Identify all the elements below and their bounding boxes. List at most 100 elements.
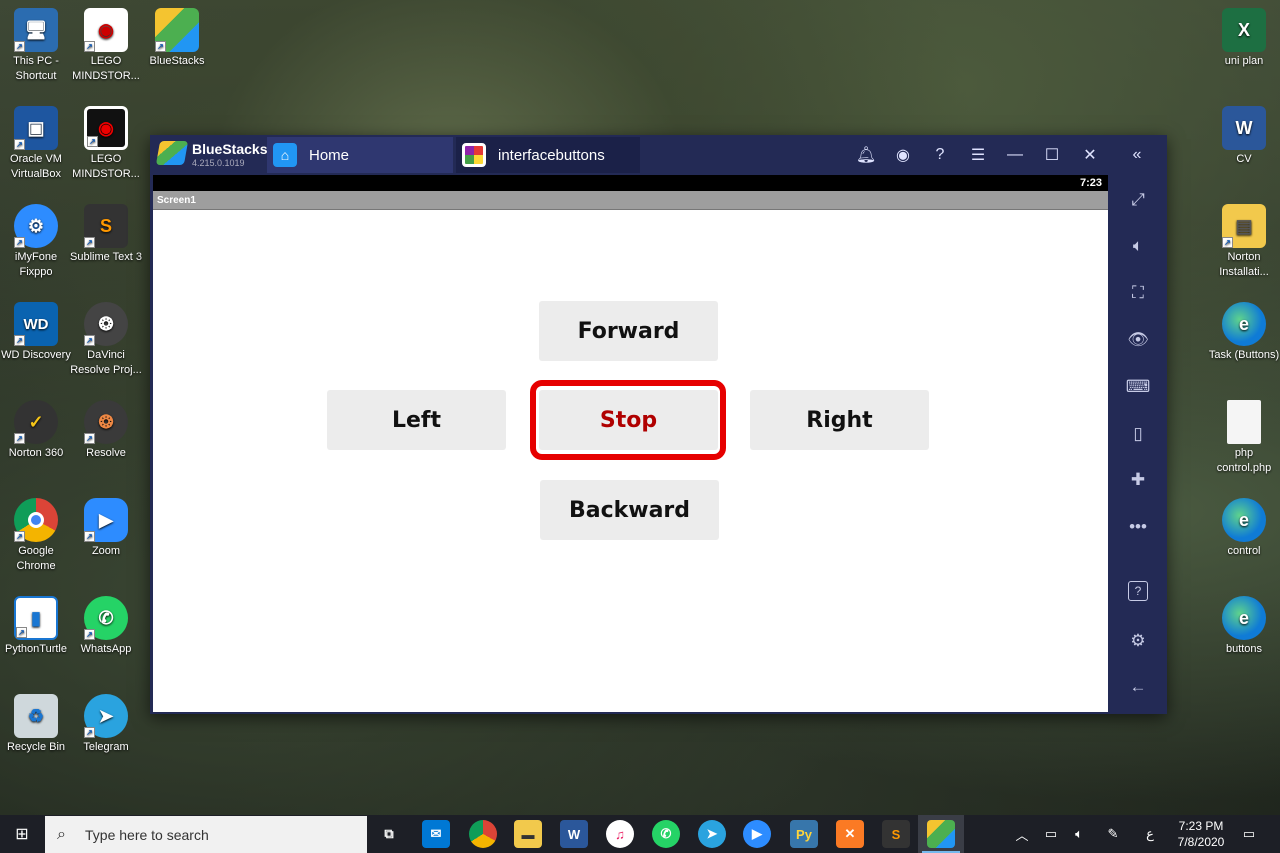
right-button[interactable]: Right (750, 390, 929, 450)
desktop-icon-cv[interactable]: W CV (1208, 102, 1280, 167)
desktop-icon-norton[interactable]: ✓ ↗ Norton 360 (0, 396, 72, 461)
itunes-icon[interactable]: ♫ (606, 820, 634, 848)
input-language[interactable]: ع (1140, 815, 1160, 853)
menu-icon[interactable]: ☰ (966, 143, 990, 167)
notifications-icon[interactable]: ▭ (1236, 815, 1262, 853)
app-icon (462, 143, 486, 167)
xampp-icon[interactable]: ✕ (836, 820, 864, 848)
help-icon[interactable]: ? (928, 143, 952, 167)
wd-icon: WD ↗ (14, 302, 58, 346)
phone-rotate-icon[interactable]: ▯ (1125, 421, 1151, 447)
desktop-icon-resolve[interactable]: ❂ ↗ Resolve (70, 396, 142, 461)
sublime-icon: S ↗ (84, 204, 128, 248)
bell-icon[interactable]: 🔔︎ (854, 143, 878, 167)
computer-icon: 🖥 ↗ (14, 8, 58, 52)
desktop-icon-sublime[interactable]: S ↗ Sublime Text 3 (70, 200, 142, 265)
desktop-icon-label: Norton Installati... (1219, 251, 1269, 278)
stop-button-label: Stop (599, 407, 658, 433)
bluestacks-icon: ↗ (155, 8, 199, 52)
home-icon: ⌂ (273, 143, 297, 167)
battery-icon[interactable]: ▭ (1040, 815, 1062, 853)
desktop-icon-php-control[interactable]: php control.php (1208, 396, 1280, 476)
desktop-icon-label: Recycle Bin (6, 741, 66, 753)
eye-icon[interactable]: 👁︎ (1125, 327, 1151, 353)
desktop-icon-label: Sublime Text 3 (70, 251, 142, 263)
fullscreen-icon[interactable]: ⤢ (1125, 187, 1151, 213)
chrome-taskbar-icon[interactable] (469, 820, 497, 848)
desktop-icon-chrome[interactable]: ↗ Google Chrome (0, 494, 72, 574)
backward-button-label: Backward (568, 497, 691, 523)
zoom-icon: ▶ ↗ (84, 498, 128, 542)
desktop-icon-label: BlueStacks (149, 55, 205, 67)
desktop-icon-label: Telegram (83, 741, 129, 753)
more-icon[interactable]: ••• (1125, 514, 1151, 540)
desktop-icon-wd[interactable]: WD ↗ WD Discovery (0, 298, 72, 363)
bluestacks-taskbar-button[interactable] (918, 815, 964, 853)
forward-button[interactable]: Forward (539, 301, 718, 361)
taskbar-clock[interactable]: 7:23 PM 7/8/2020 (1166, 818, 1236, 850)
desktop-icon-lego-2[interactable]: ◉ ↗ LEGO MINDSTOR... (70, 102, 142, 182)
screenshot-region-icon[interactable]: ⛶ (1125, 280, 1151, 306)
collapse-sidebar-icon[interactable]: « (1125, 143, 1149, 167)
sublime-taskbar-icon[interactable]: S (882, 820, 910, 848)
keyboard-icon[interactable]: ⌨ (1125, 374, 1151, 400)
mail-icon[interactable]: ✉ (422, 820, 450, 848)
pen-icon[interactable]: ✎ (1102, 815, 1124, 853)
bluestacks-sidebar: ⤢ 🔈︎ ⛶ 👁︎ ⌨ ▯ ✚ ••• ? ⚙ ← (1108, 175, 1167, 714)
edge-icon: e (1222, 302, 1266, 346)
gamepad-icon[interactable]: ✚ (1125, 467, 1151, 493)
screen-title: Screen1 (157, 195, 196, 206)
maximize-icon[interactable]: ☐ (1040, 143, 1064, 167)
lego-mindstorms-icon: ◉ ↗ (84, 106, 128, 150)
volume-icon[interactable]: 🔈︎ (1125, 233, 1151, 259)
desktop-icon-python-turtle[interactable]: ▮ ↗ PythonTurtle (0, 592, 72, 657)
file-explorer-icon[interactable]: ▬ (514, 820, 542, 848)
desktop-icon-bluestacks[interactable]: ↗ BlueStacks (141, 4, 213, 69)
windows-start-icon[interactable]: ⊞ (0, 815, 44, 853)
tab-interfacebuttons[interactable]: interfacebuttons (456, 137, 640, 173)
desktop-icon-recycle-bin[interactable]: ♻ Recycle Bin (0, 690, 72, 755)
settings-icon[interactable]: ⚙ (1125, 628, 1151, 654)
show-hidden-icons[interactable]: ︿ (1012, 815, 1032, 853)
back-arrow-icon[interactable]: ← (1125, 674, 1151, 700)
desktop-icon-davinci-project[interactable]: ❂ ↗ DaVinci Resolve Proj... (70, 298, 142, 378)
python-taskbar-icon[interactable]: Py (790, 820, 818, 848)
davinci-project-icon: ❂ ↗ (84, 302, 128, 346)
desktop-icon-uni-plan[interactable]: X uni plan (1208, 4, 1280, 69)
minimize-icon[interactable]: — (1003, 143, 1027, 167)
telegram-taskbar-icon[interactable]: ➤ (698, 820, 726, 848)
backward-button[interactable]: Backward (540, 480, 719, 540)
desktop-icon-label: WD Discovery (1, 349, 71, 361)
desktop-icon-control[interactable]: e control (1208, 494, 1280, 559)
whatsapp-taskbar-icon[interactable]: ✆ (652, 820, 680, 848)
word-taskbar-icon[interactable]: W (560, 820, 588, 848)
stop-button[interactable]: Stop (539, 390, 718, 450)
desktop-icon-this-pc[interactable]: 🖥 ↗ This PC - Shortcut (0, 4, 72, 84)
close-icon[interactable]: ✕ (1078, 143, 1102, 167)
desktop-icon-zoom[interactable]: ▶ ↗ Zoom (70, 494, 142, 559)
desktop-icon-telegram[interactable]: ➤ ↗ Telegram (70, 690, 142, 755)
desktop-icon-label: WhatsApp (80, 643, 132, 655)
desktop-icon-virtualbox[interactable]: ▣ ↗ Oracle VM VirtualBox (0, 102, 72, 182)
desktop-icon-lego-1[interactable]: ◉ ↗ LEGO MINDSTOR... (70, 4, 142, 84)
desktop-icon-label: DaVinci Resolve Proj... (70, 349, 142, 376)
help-box-icon[interactable]: ? (1128, 581, 1148, 601)
speaker-icon[interactable]: 🔈︎ (1068, 815, 1090, 853)
desktop-icon-norton-installer[interactable]: ▤ ↗ Norton Installati... (1208, 200, 1280, 280)
task-view-icon[interactable]: ⧉ (375, 820, 403, 848)
taskbar-search-box[interactable]: ⌕ Type here to search (45, 816, 367, 853)
desktop-icon-buttons[interactable]: e buttons (1208, 592, 1280, 657)
desktop-icon-label: LEGO MINDSTOR... (72, 153, 140, 180)
desktop-icon-whatsapp[interactable]: ✆ ↗ WhatsApp (70, 592, 142, 657)
desktop-icon-imyfone[interactable]: ⚙ ↗ iMyFone Fixppo (0, 200, 72, 280)
file-icon (1227, 400, 1261, 444)
chrome-icon: ↗ (14, 498, 58, 542)
zoom-taskbar-icon[interactable]: ▶ (743, 820, 771, 848)
account-icon[interactable]: ◉ (891, 143, 915, 167)
ime-label: ع (1146, 826, 1154, 841)
tab-home[interactable]: ⌂ Home (267, 137, 453, 173)
desktop-icon-task-buttons[interactable]: e Task (Buttons) (1208, 298, 1280, 363)
desktop-icon-label: Task (Buttons) (1208, 349, 1280, 361)
left-button[interactable]: Left (327, 390, 506, 450)
virtualbox-icon: ▣ ↗ (14, 106, 58, 150)
